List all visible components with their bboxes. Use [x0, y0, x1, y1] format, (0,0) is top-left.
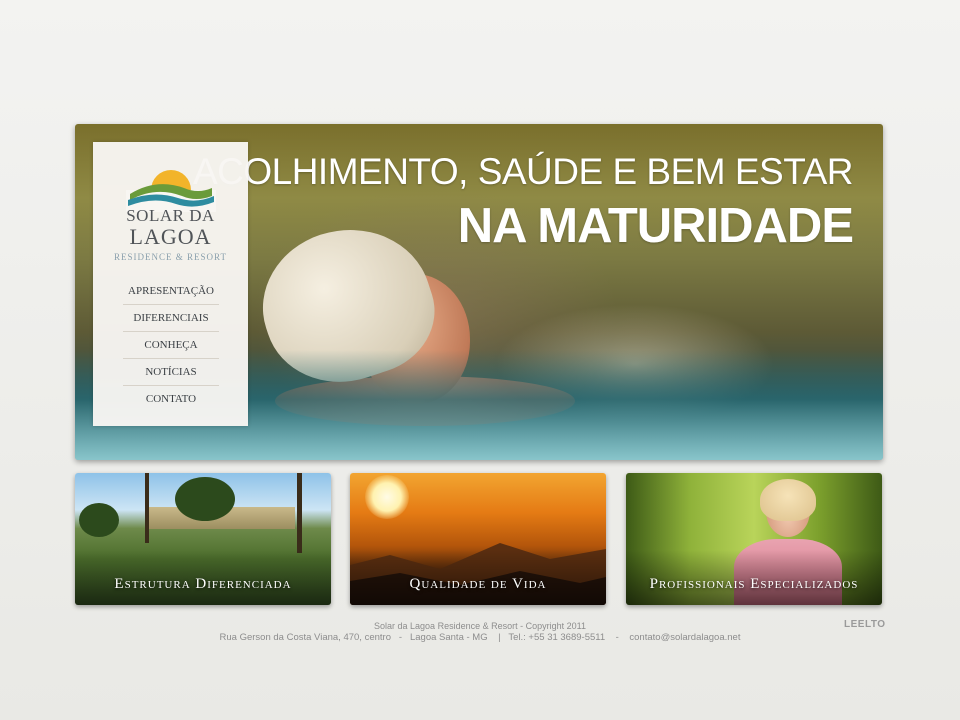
menu-item-contato[interactable]: CONTATO: [123, 386, 219, 412]
menu-item-diferenciais[interactable]: DIFERENCIAIS: [123, 305, 219, 332]
feature-card-profissionais[interactable]: Profissionais Especializados: [626, 473, 882, 605]
card-sun-image: [365, 475, 409, 519]
nav-panel: SOLAR DA LAGOA RESIDENCE & RESORT APRESE…: [93, 142, 248, 426]
logo-tagline: RESIDENCE & RESORT: [114, 252, 227, 262]
logo-name-line2: LAGOA: [129, 224, 212, 249]
menu-item-noticias[interactable]: NOTÍCIAS: [123, 359, 219, 386]
hero-headline-line2: NA MATURIDADE: [457, 199, 854, 253]
card-label: Profissionais Especializados: [649, 576, 859, 592]
logo-name-line1: SOLAR DA: [126, 206, 215, 225]
menu-item-apresentacao[interactable]: APRESENTAÇÃO: [123, 278, 219, 305]
main-menu: APRESENTAÇÃO DIFERENCIAIS CONHEÇA NOTÍCI…: [123, 278, 219, 412]
card-person-hair: [760, 479, 816, 521]
menu-item-conheca[interactable]: CONHEÇA: [123, 332, 219, 359]
card-tree-image: [79, 503, 119, 537]
feature-card-estrutura[interactable]: Estrutura Diferenciada: [75, 473, 331, 605]
card-palm-trunk: [145, 473, 149, 543]
card-palm-trunk: [297, 473, 302, 553]
logo-icon[interactable]: [126, 164, 216, 212]
footer-address: Rua Gerson da Costa Viana, 470, centro -…: [219, 632, 741, 643]
hero-headline: ACOLHIMENTO, SAÚDE E BEM ESTAR NA MATURI…: [192, 150, 854, 254]
footer-credit-logo[interactable]: LEELTO: [844, 619, 886, 630]
card-label: Estrutura Diferenciada: [114, 576, 292, 592]
hero-headline-line1: ACOLHIMENTO, SAÚDE E BEM ESTAR: [192, 151, 854, 192]
card-tree-image: [175, 477, 235, 521]
footer-copyright: Solar da Lagoa Residence & Resort - Copy…: [374, 621, 586, 631]
feature-card-qualidade[interactable]: Qualidade de Vida: [350, 473, 606, 605]
card-label: Qualidade de Vida: [409, 576, 547, 592]
